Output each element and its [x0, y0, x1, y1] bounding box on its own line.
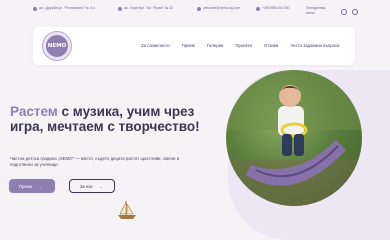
- address-2: жк. Хора бул. "Ал. Русев" № 22: [118, 6, 190, 11]
- phone-icon: [256, 6, 260, 11]
- hero-photo: [226, 70, 362, 206]
- nav-item-about[interactable]: За сазвелиото: [135, 43, 176, 48]
- nav-links: За сазвелиото Прием Галерия Проекти Отзи…: [135, 43, 346, 48]
- address-2-text: жк. Хора бул. "Ал. Русев" № 22: [124, 6, 173, 10]
- about-us-button[interactable]: За нас →: [69, 179, 115, 193]
- address-1: ж.к. Дружба ул. "Респитиата" № 3 а: [33, 6, 108, 11]
- nav-item-projects[interactable]: Проекти: [229, 43, 258, 48]
- hours-text: Понеделник-петък: [306, 6, 327, 15]
- address-1-text: ж.к. Дружба ул. "Респитиата" № 3 а: [39, 6, 95, 10]
- mail-icon: [197, 6, 201, 11]
- instagram-icon[interactable]: [352, 9, 358, 15]
- main-navbar: NEMO За сазвелиото Прием Галерия Проекти…: [33, 27, 355, 65]
- arrow-right-icon: →: [98, 183, 103, 189]
- working-hours: Понеделник-петък: [306, 6, 330, 16]
- facebook-icon[interactable]: [341, 9, 347, 15]
- nav-item-admission[interactable]: Прием: [176, 43, 201, 48]
- about-us-button-label: За нас: [80, 183, 93, 189]
- site-logo[interactable]: NEMO: [42, 31, 72, 61]
- hero-subtext: Частна детска градина „NEMO“ — място, къ…: [10, 156, 180, 167]
- phone-text[interactable]: +359 898 000 000: [262, 6, 289, 11]
- location-icon: [33, 6, 37, 11]
- top-info-bar: ж.к. Дружба ул. "Респитиата" № 3 а жк. Х…: [0, 0, 390, 26]
- phone-contact[interactable]: +359 898 000 000: [256, 6, 300, 11]
- headline-highlight: Растем: [10, 104, 58, 119]
- email-contact[interactable]: welcome@nemo-kg.com: [197, 6, 243, 11]
- email-text[interactable]: welcome@nemo-kg.com: [203, 6, 240, 11]
- sailboat-icon: [118, 201, 136, 219]
- arrow-right-icon: →: [37, 183, 43, 189]
- location-icon: [118, 6, 122, 11]
- admission-button[interactable]: Прием →: [9, 179, 55, 193]
- admission-button-label: Прием: [19, 183, 32, 189]
- nav-item-gallery[interactable]: Галерия: [201, 43, 230, 48]
- child-in-boat-illustration: [226, 70, 362, 206]
- nav-item-reviews[interactable]: Отзиви: [258, 43, 284, 48]
- social-links: [341, 9, 358, 15]
- logo-mark: NEMO: [46, 35, 68, 57]
- nav-item-faq[interactable]: Често задавани въпроси: [284, 43, 345, 48]
- hero-headline: Растем с музика, учим чрез игра, мечтаем…: [10, 104, 210, 134]
